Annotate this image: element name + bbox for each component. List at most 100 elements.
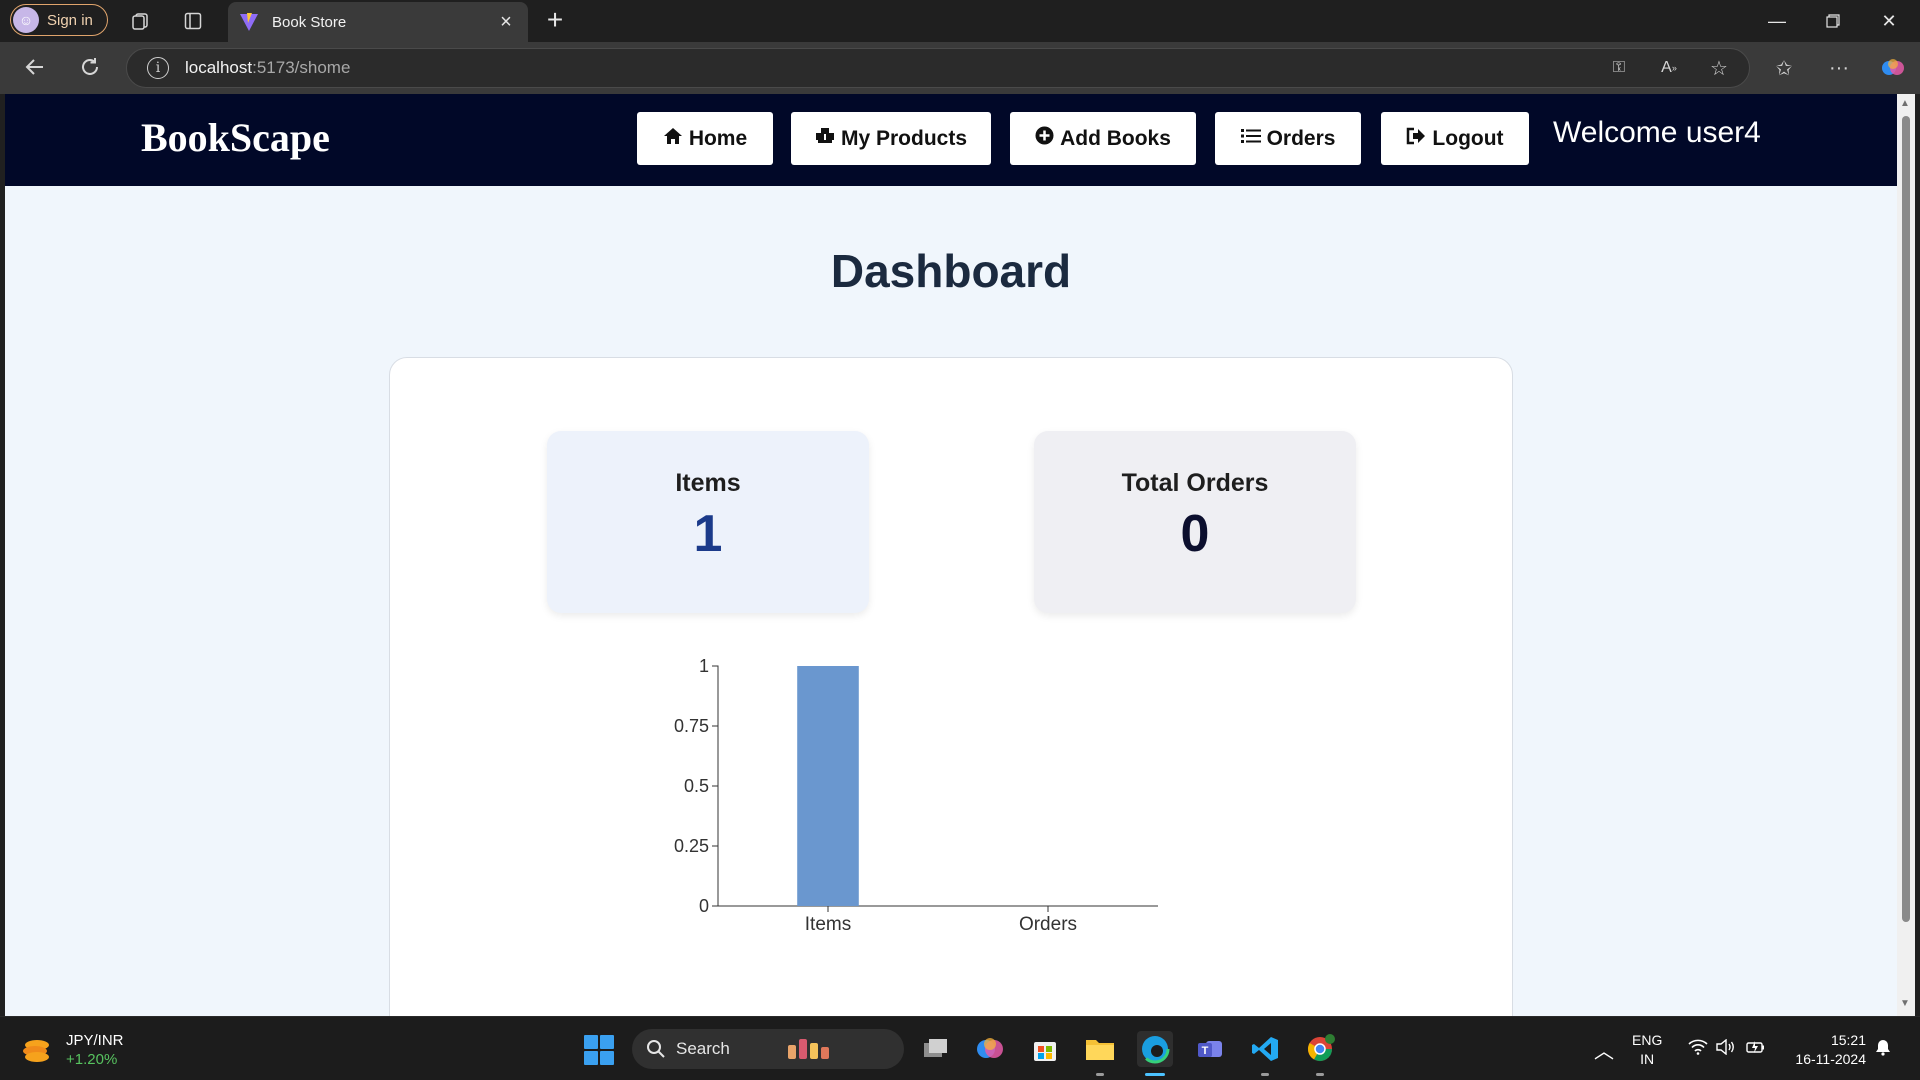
orders-stat-label: Total Orders bbox=[1121, 469, 1269, 497]
scroll-down-icon[interactable]: ▼ bbox=[1900, 998, 1910, 1009]
boxes-icon bbox=[815, 127, 835, 150]
favorites-list-icon[interactable]: ✩ bbox=[1770, 54, 1798, 82]
clock[interactable]: 15:21 16-11-2024 bbox=[1786, 1031, 1866, 1069]
y-tick-label: 0.5 bbox=[684, 776, 709, 796]
language-code: ENG bbox=[1632, 1032, 1663, 1048]
items-stat-label: Items bbox=[675, 469, 741, 497]
sign-in-label: Sign in bbox=[47, 11, 93, 29]
address-bar[interactable]: i localhost:5173/shome bbox=[126, 48, 1750, 88]
page-title: Dashboard bbox=[830, 245, 1072, 297]
browser-toolbar: i localhost:5173/shome ⚿ A» ☆ ✩ ··· bbox=[0, 42, 1920, 94]
favorite-star-icon[interactable]: ☆ bbox=[1705, 54, 1733, 82]
brand-logo[interactable]: BookScape bbox=[141, 114, 330, 161]
show-hidden-icons-chevron-icon[interactable]: ︿ bbox=[1594, 1035, 1614, 1064]
orders-stat-value: 0 bbox=[1180, 505, 1210, 563]
back-arrow-icon[interactable] bbox=[21, 53, 49, 81]
chart-axis-lines bbox=[712, 665, 1158, 907]
language-indicator[interactable]: ENG IN bbox=[1632, 1031, 1662, 1069]
clock-date: 16-11-2024 bbox=[1795, 1051, 1866, 1067]
my-products-button[interactable]: My Products bbox=[791, 112, 991, 165]
search-icon bbox=[647, 1040, 665, 1058]
password-key-icon[interactable]: ⚿ bbox=[1605, 54, 1633, 82]
chrome-running-indicator bbox=[1316, 1073, 1324, 1076]
url-text: localhost:5173/shome bbox=[185, 58, 351, 77]
read-aloud-icon[interactable]: A» bbox=[1655, 54, 1683, 82]
home-button[interactable]: Home bbox=[637, 112, 773, 165]
y-tick-label: 0 bbox=[699, 896, 709, 916]
browser-tab-bar: ☺ Sign in Book Store × + — ✕ bbox=[0, 0, 1920, 42]
taskbar-search[interactable]: Search bbox=[632, 1029, 904, 1069]
teams-icon[interactable]: T bbox=[1192, 1031, 1228, 1067]
wifi-icon[interactable] bbox=[1688, 1039, 1708, 1060]
scrollbar-thumb[interactable] bbox=[1902, 116, 1910, 922]
vite-logo-icon bbox=[238, 11, 260, 33]
explorer-running-indicator bbox=[1096, 1073, 1104, 1076]
chrome-icon[interactable] bbox=[1302, 1031, 1338, 1067]
volume-icon[interactable] bbox=[1716, 1038, 1736, 1060]
y-tick-label: 0.25 bbox=[674, 836, 709, 856]
orders-button-label: Orders bbox=[1266, 126, 1336, 150]
copilot-icon[interactable] bbox=[1879, 54, 1907, 82]
coins-icon bbox=[22, 1035, 52, 1065]
vscode-running-indicator bbox=[1261, 1073, 1269, 1076]
edge-active-indicator bbox=[1145, 1073, 1165, 1076]
add-books-button[interactable]: Add Books bbox=[1010, 112, 1196, 165]
profile-avatar-icon: ☺ bbox=[13, 7, 39, 33]
home-button-label: Home bbox=[688, 126, 748, 150]
microsoft-store-icon[interactable] bbox=[1027, 1031, 1063, 1067]
my-products-button-label: My Products bbox=[840, 126, 968, 150]
workspaces-icon[interactable] bbox=[127, 7, 155, 35]
orders-button[interactable]: Orders bbox=[1215, 112, 1361, 165]
task-view-icon[interactable] bbox=[918, 1031, 954, 1067]
site-info-icon[interactable]: i bbox=[147, 57, 169, 79]
plus-circle-icon bbox=[1035, 126, 1054, 151]
tab-title: Book Store bbox=[272, 13, 347, 31]
logout-icon bbox=[1406, 127, 1426, 151]
x-tick-label: Orders bbox=[1019, 914, 1077, 935]
y-tick-label: 1 bbox=[699, 658, 709, 676]
tab-actions-icon[interactable] bbox=[179, 7, 207, 35]
minimize-icon[interactable]: — bbox=[1749, 0, 1805, 42]
bar-items bbox=[797, 666, 859, 906]
items-stat-card: Items 1 bbox=[547, 431, 869, 613]
more-menu-icon[interactable]: ··· bbox=[1825, 54, 1853, 82]
add-books-button-label: Add Books bbox=[1060, 126, 1171, 150]
tab-book-store[interactable]: Book Store × bbox=[228, 2, 528, 42]
home-icon bbox=[663, 127, 683, 151]
scroll-up-icon[interactable]: ▲ bbox=[1900, 98, 1910, 109]
page-scrollbar[interactable]: ▲ ▼ bbox=[1897, 94, 1915, 1016]
close-window-icon[interactable]: ✕ bbox=[1861, 0, 1917, 42]
items-stat-value: 1 bbox=[693, 505, 723, 563]
svg-text:T: T bbox=[1202, 1045, 1209, 1057]
restore-icon[interactable] bbox=[1805, 0, 1861, 42]
windows-start-icon[interactable] bbox=[584, 1035, 614, 1065]
region-code: IN bbox=[1640, 1051, 1655, 1067]
currency-widget[interactable]: JPY/INR +1.20% bbox=[22, 1031, 124, 1069]
orders-stat-card: Total Orders 0 bbox=[1034, 431, 1356, 613]
logout-button[interactable]: Logout bbox=[1381, 112, 1529, 165]
x-tick-label: Items bbox=[805, 914, 851, 935]
search-label: Search bbox=[676, 1039, 730, 1058]
copilot-app-icon[interactable] bbox=[972, 1031, 1008, 1067]
close-tab-icon[interactable]: × bbox=[492, 11, 520, 34]
ticker-symbol: JPY/INR bbox=[66, 1032, 124, 1049]
battery-charging-icon[interactable] bbox=[1746, 1039, 1766, 1060]
dashboard-card: Items 1 Total Orders 0 0 0.25 0.5 0.75 1 Item… bbox=[389, 357, 1513, 1016]
edge-browser-icon[interactable] bbox=[1137, 1031, 1173, 1067]
refresh-icon[interactable] bbox=[76, 53, 104, 81]
ticker-change: +1.20% bbox=[66, 1051, 118, 1068]
list-icon bbox=[1240, 128, 1261, 150]
y-tick-label: 0.75 bbox=[674, 716, 709, 736]
items-orders-bar-chart: 0 0.25 0.5 0.75 1 Items Orders bbox=[674, 658, 1158, 935]
windows-taskbar: JPY/INR +1.20% Search T ︿ ENG IN 15:21 1… bbox=[0, 1016, 1920, 1080]
sign-in-button[interactable]: ☺ Sign in bbox=[10, 4, 108, 36]
file-explorer-icon[interactable] bbox=[1082, 1031, 1118, 1067]
site-navbar: BookScape Home My Products Add Books Ord… bbox=[5, 94, 1897, 186]
clock-time: 15:21 bbox=[1830, 1032, 1866, 1048]
new-tab-icon[interactable]: + bbox=[540, 6, 570, 36]
vscode-icon[interactable] bbox=[1247, 1031, 1283, 1067]
page-viewport: BookScape Home My Products Add Books Ord… bbox=[5, 94, 1897, 1016]
notification-bell-icon[interactable] bbox=[1874, 1038, 1892, 1061]
welcome-message: Welcome user4 bbox=[1553, 116, 1761, 149]
search-highlight-icon bbox=[787, 1039, 829, 1059]
